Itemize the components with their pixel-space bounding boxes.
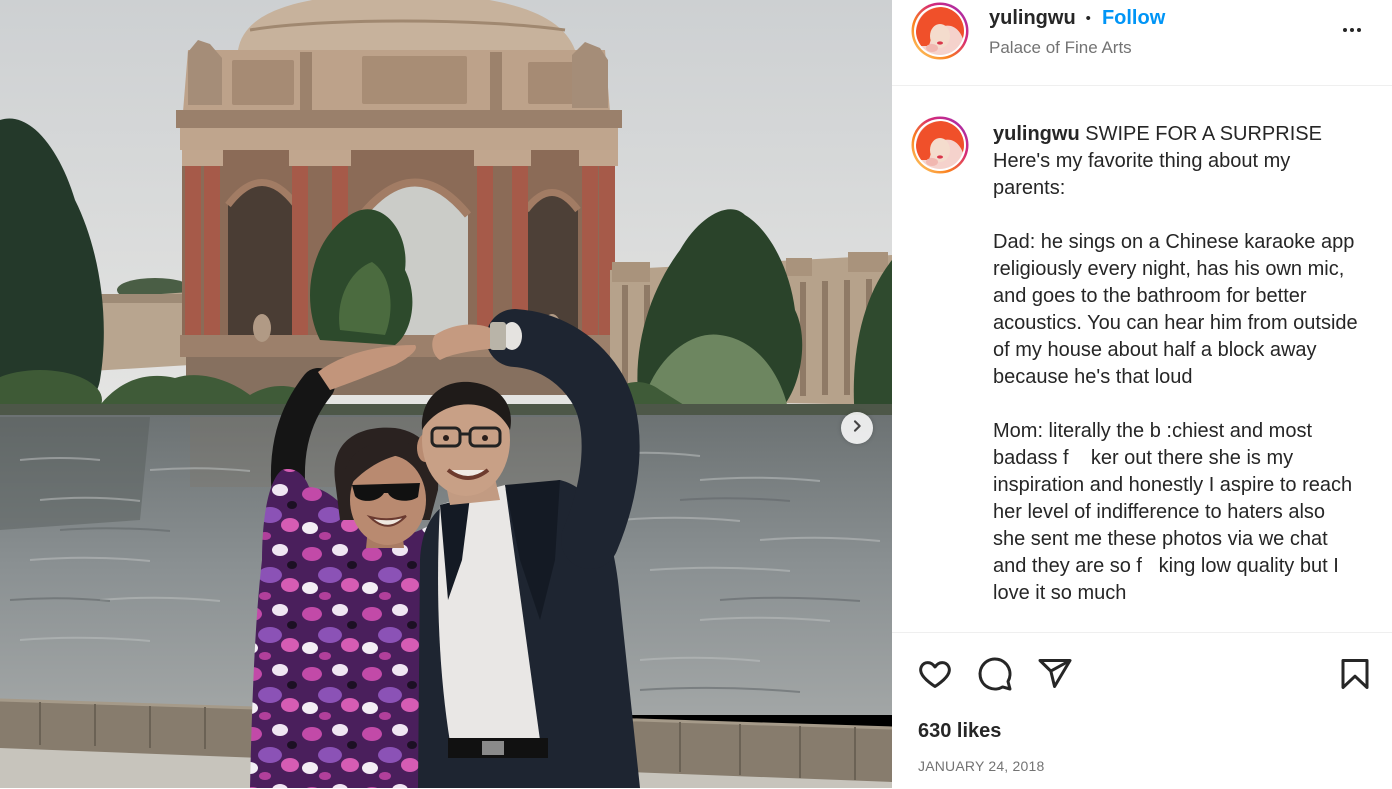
caption-line: yulingwu SWIPE FOR A SURPRISE: [993, 121, 1388, 148]
caption-line: and goes to the bathroom for better: [993, 285, 1307, 307]
next-photo-button[interactable]: [841, 412, 873, 444]
caption-line: religiously every night, has his own mic…: [993, 258, 1345, 280]
caption-line: of my house about half a block away: [993, 339, 1317, 361]
caption-first-line: SWIPE FOR A SURPRISE: [1085, 123, 1322, 145]
caption-text: yulingwu SWIPE FOR A SURPRISE Here's my …: [993, 121, 1388, 607]
caption-avatar[interactable]: [911, 116, 969, 174]
caption-line: [993, 202, 1388, 229]
comment-button[interactable]: [977, 656, 1013, 692]
caption-line: Mom: literally the b :chiest and most: [993, 420, 1313, 442]
header-separator: •: [1085, 9, 1091, 27]
post-photo: [0, 0, 892, 788]
comment-icon: [977, 656, 1013, 692]
header-username[interactable]: yulingwu: [989, 7, 1076, 30]
caption-line: love it so much: [993, 582, 1127, 604]
caption-line: Here's my favorite thing about my: [993, 150, 1291, 172]
post-date: JANUARY 24, 2018: [918, 758, 1045, 774]
caption-line: because he's that loud: [993, 366, 1193, 388]
post-actions: 630 likes JANUARY 24, 2018: [892, 632, 1392, 789]
caption-line: badass f ker out there she is my: [993, 447, 1294, 469]
caption-username[interactable]: yulingwu: [993, 123, 1080, 145]
post-header: yulingwu • Follow Palace of Fine Arts: [892, 0, 1392, 86]
caption-section: yulingwu SWIPE FOR A SURPRISE Here's my …: [892, 86, 1392, 632]
location-link[interactable]: Palace of Fine Arts: [989, 37, 1132, 59]
share-button[interactable]: [1037, 656, 1073, 692]
avatar[interactable]: [911, 2, 969, 60]
save-button[interactable]: [1337, 656, 1373, 692]
caption-line: and they are so f king low quality but I: [993, 555, 1339, 577]
paper-plane-icon: [1037, 656, 1073, 692]
like-button[interactable]: [917, 656, 953, 692]
more-horizontal-icon: [1340, 18, 1364, 47]
chevron-right-icon: [849, 418, 865, 439]
caption-line: [993, 391, 1388, 418]
caption-line: parents:: [993, 177, 1066, 199]
header-user-row: yulingwu • Follow: [989, 5, 1165, 31]
caption-line: inspiration and honestly I aspire to rea…: [993, 474, 1353, 496]
caption-line: her level of indifference to haters also: [993, 501, 1326, 523]
caption-line: Dad: he sings on a Chinese karaoke app: [993, 231, 1355, 253]
bookmark-icon: [1337, 656, 1373, 692]
more-options-button[interactable]: [1336, 16, 1368, 48]
post-media: [0, 0, 892, 788]
follow-button[interactable]: Follow: [1102, 7, 1165, 30]
post-side-panel: yulingwu • Follow Palace of Fine Arts yu…: [892, 0, 1392, 788]
caption-line: acoustics. You can hear him from outside: [993, 312, 1358, 334]
likes-count[interactable]: 630 likes: [918, 719, 1001, 743]
heart-icon: [917, 656, 953, 692]
caption-line: she sent me these photos via we chat: [993, 528, 1328, 550]
